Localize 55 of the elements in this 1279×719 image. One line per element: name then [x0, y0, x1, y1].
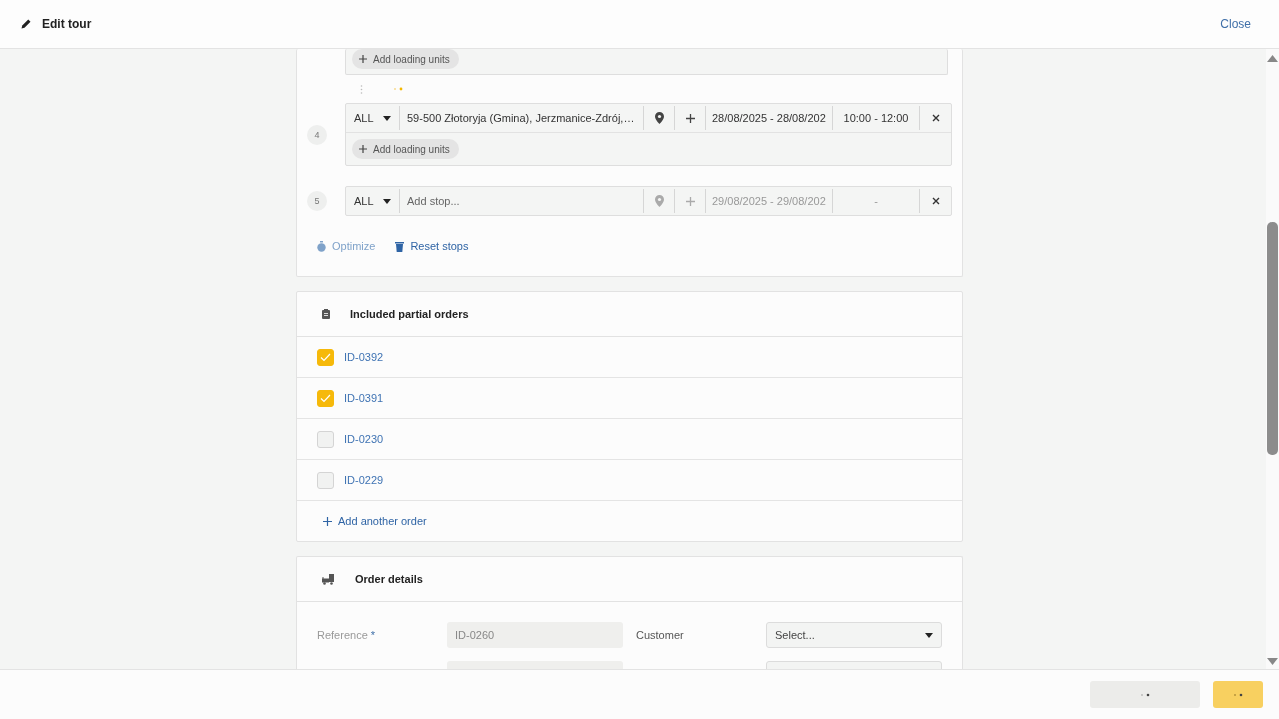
close-link[interactable]: Close — [1220, 17, 1251, 31]
drag-handle-icon[interactable] — [360, 84, 363, 94]
primary-button[interactable] — [1213, 681, 1263, 708]
window-title: Edit tour — [42, 17, 92, 31]
customer-label: Customer — [635, 629, 685, 641]
order-link[interactable]: ID-0392 — [344, 351, 384, 363]
secondary-button[interactable] — [1090, 681, 1200, 708]
add-loading-units-button[interactable]: Add loading units — [352, 49, 459, 69]
address-field[interactable]: 59-500 Złotoryja (Gmina), Jerzmanice-Zdrój,… — [400, 106, 644, 130]
close-icon[interactable] — [931, 114, 940, 122]
order-link[interactable]: ID-0391 — [344, 392, 384, 404]
stop-type-select[interactable]: ALL — [346, 106, 400, 130]
check-icon — [320, 393, 331, 403]
scroll-down-icon[interactable] — [1267, 658, 1278, 665]
order-link[interactable]: ID-0230 — [344, 433, 384, 445]
check-icon — [320, 352, 331, 362]
trash-icon — [395, 240, 405, 252]
clipboard-icon — [322, 309, 330, 319]
truck-icon — [322, 573, 335, 585]
caret-icon — [383, 115, 391, 121]
date-range-field[interactable]: 28/08/2025 - 28/08/202 — [706, 106, 833, 130]
customer-select[interactable]: Select... — [766, 622, 942, 648]
stop-number: 5 — [307, 191, 327, 211]
time-range-field[interactable]: 10:00 - 12:00 — [833, 106, 920, 130]
scrollbar-thumb[interactable] — [1267, 222, 1278, 455]
plus-icon — [359, 145, 367, 153]
checkbox[interactable] — [317, 348, 334, 366]
address-field[interactable]: Add stop... — [400, 189, 644, 213]
checkbox[interactable] — [317, 430, 334, 448]
caret-icon — [383, 198, 391, 204]
reference-label: Reference * — [317, 629, 377, 641]
scrollbar[interactable] — [1266, 49, 1279, 669]
checkbox[interactable] — [317, 389, 334, 407]
loading-dots-icon — [393, 87, 403, 91]
stop-type-select[interactable]: ALL — [346, 189, 400, 213]
section-title: Order details — [355, 573, 423, 585]
caret-icon — [925, 632, 933, 638]
reference-field[interactable]: ID-0260 — [447, 622, 623, 648]
close-icon[interactable] — [931, 197, 940, 205]
pencil-icon — [20, 18, 32, 30]
plus-icon — [359, 55, 367, 63]
scroll-up-icon[interactable] — [1267, 55, 1278, 62]
section-title: Included partial orders — [350, 308, 469, 320]
location-pin-icon[interactable] — [654, 112, 664, 124]
stopwatch-icon — [317, 240, 326, 252]
checkbox[interactable] — [317, 471, 334, 489]
stop-number: 4 — [307, 124, 327, 145]
plus-icon[interactable] — [685, 113, 695, 123]
loading-dots-icon — [1233, 692, 1243, 697]
plus-icon — [323, 516, 332, 526]
reset-stops-button[interactable]: Reset stops — [395, 240, 469, 252]
loading-dots-icon — [1140, 692, 1150, 697]
add-order-link[interactable]: Add another order — [323, 515, 427, 527]
add-loading-units-button[interactable]: Add loading units — [352, 139, 459, 159]
order-link[interactable]: ID-0229 — [344, 474, 384, 486]
